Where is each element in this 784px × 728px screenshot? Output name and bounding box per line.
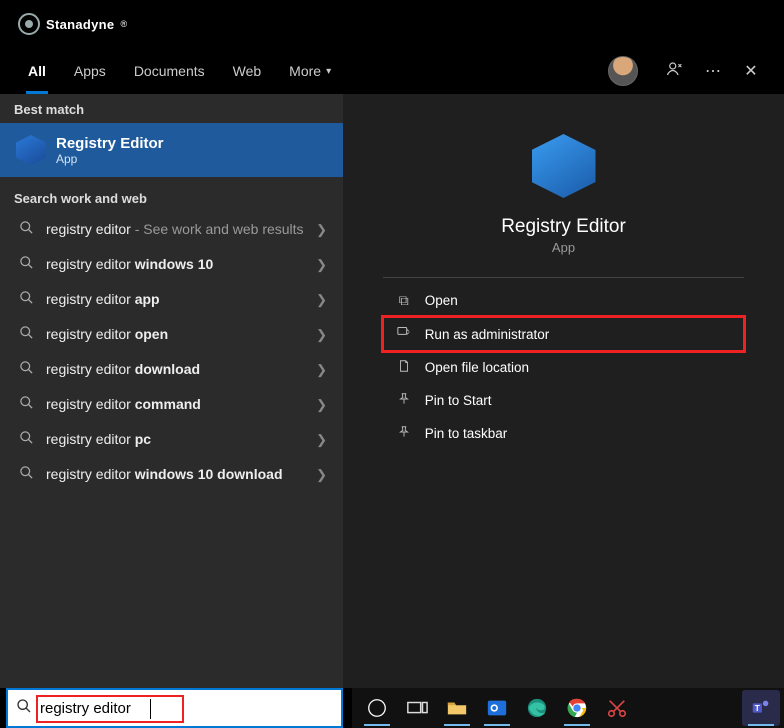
search-icon [14,290,38,309]
suggestion-item[interactable]: registry editor download❯ [0,352,343,387]
chevron-right-icon[interactable]: ❯ [316,222,329,238]
chevron-right-icon[interactable]: ❯ [316,327,329,343]
chevron-right-icon[interactable]: ❯ [316,362,329,378]
taskbar-chrome[interactable] [558,690,596,726]
search-icon [14,465,38,484]
suggestion-text: registry editor pc [46,431,316,449]
suggestion-item[interactable]: registry editor pc❯ [0,422,343,457]
titlebar: Stanadyne ® [0,0,784,48]
best-match-item[interactable]: Registry Editor App [0,123,343,177]
action-open[interactable]: ⧉ Open [383,284,745,317]
chevron-right-icon[interactable]: ❯ [316,397,329,413]
suggestion-item[interactable]: registry editor open❯ [0,317,343,352]
suggestion-item[interactable]: registry editor - See work and web resul… [0,212,343,247]
preview-actions: ⧉ Open Run as administrator Open file lo… [383,284,745,450]
taskbar-edge[interactable] [518,690,556,726]
suggestion-item[interactable]: registry editor windows 10❯ [0,247,343,282]
preview-title: Registry Editor [501,216,626,238]
best-match-title: Registry Editor [56,135,164,152]
brand-name: Stanadyne [46,17,114,32]
preview-pane: Registry Editor App ⧉ Open Run as admini… [343,94,784,688]
chevron-right-icon[interactable]: ❯ [316,257,329,273]
folder-icon [393,359,415,376]
svg-text:T: T [755,704,760,713]
search-icon [14,395,38,414]
tab-all[interactable]: All [14,48,60,94]
open-icon: ⧉ [393,292,415,309]
tab-apps[interactable]: Apps [60,48,120,94]
suggestion-text: registry editor download [46,361,316,379]
suggestion-text: registry editor windows 10 [46,256,316,274]
pin-taskbar-icon [393,425,415,442]
taskbar-outlook[interactable] [478,690,516,726]
search-icon [14,255,38,274]
suggestion-text: registry editor windows 10 download [46,466,316,484]
tab-web[interactable]: Web [219,48,276,94]
suggestion-text: registry editor open [46,326,316,344]
suggestion-item[interactable]: registry editor command❯ [0,387,343,422]
results-list: Best match Registry Editor App Search wo… [0,94,343,688]
taskbar-snip[interactable] [598,690,636,726]
suggestion-text: registry editor command [46,396,316,414]
suggestion-text: registry editor - See work and web resul… [46,221,316,239]
taskbar-cortana[interactable] [358,690,396,726]
suggestion-text: registry editor app [46,291,316,309]
suggestion-item[interactable]: registry editor windows 10 download❯ [0,457,343,492]
best-match-subtitle: App [56,152,164,166]
action-open-file-location[interactable]: Open file location [383,351,745,384]
registry-editor-icon [14,133,48,167]
action-run-as-administrator[interactable]: Run as administrator [383,317,745,351]
close-icon[interactable]: ✕ [732,61,770,81]
brand-reg-mark: ® [120,19,127,29]
chevron-right-icon[interactable]: ❯ [316,467,329,483]
search-input[interactable] [40,700,341,717]
text-cursor [150,699,151,719]
options-icon[interactable]: ⋯ [694,61,732,81]
search-icon [14,360,38,379]
divider [383,277,745,278]
user-avatar[interactable] [608,56,638,86]
search-icon [14,220,38,239]
section-best-match: Best match [0,94,343,123]
search-box[interactable] [6,688,343,728]
suggestion-item[interactable]: registry editor app❯ [0,282,343,317]
taskbar-task-view[interactable] [398,690,436,726]
chevron-right-icon[interactable]: ❯ [316,432,329,448]
chevron-down-icon: ▾ [326,66,331,77]
admin-shield-icon [393,325,415,343]
search-icon [8,698,40,719]
taskbar-teams[interactable]: T [742,690,780,726]
brand-logo: Stanadyne ® [18,13,127,35]
feedback-icon[interactable] [656,60,694,83]
search-icon [14,430,38,449]
tab-more[interactable]: More▾ [275,48,345,94]
preview-app-icon [528,130,600,202]
search-icon [14,325,38,344]
chevron-right-icon[interactable]: ❯ [316,292,329,308]
taskbar: T [352,688,784,728]
section-search-work-web: Search work and web [0,177,343,212]
preview-subtitle: App [552,240,575,255]
action-pin-to-start[interactable]: Pin to Start [383,384,745,417]
search-scope-tabs: All Apps Documents Web More▾ ⋯ ✕ [0,48,784,94]
results-pane: Best match Registry Editor App Search wo… [0,94,784,688]
action-pin-to-taskbar[interactable]: Pin to taskbar [383,417,745,450]
brand-logo-icon [18,13,40,35]
pin-start-icon [393,392,415,409]
taskbar-file-explorer[interactable] [438,690,476,726]
tab-documents[interactable]: Documents [120,48,219,94]
